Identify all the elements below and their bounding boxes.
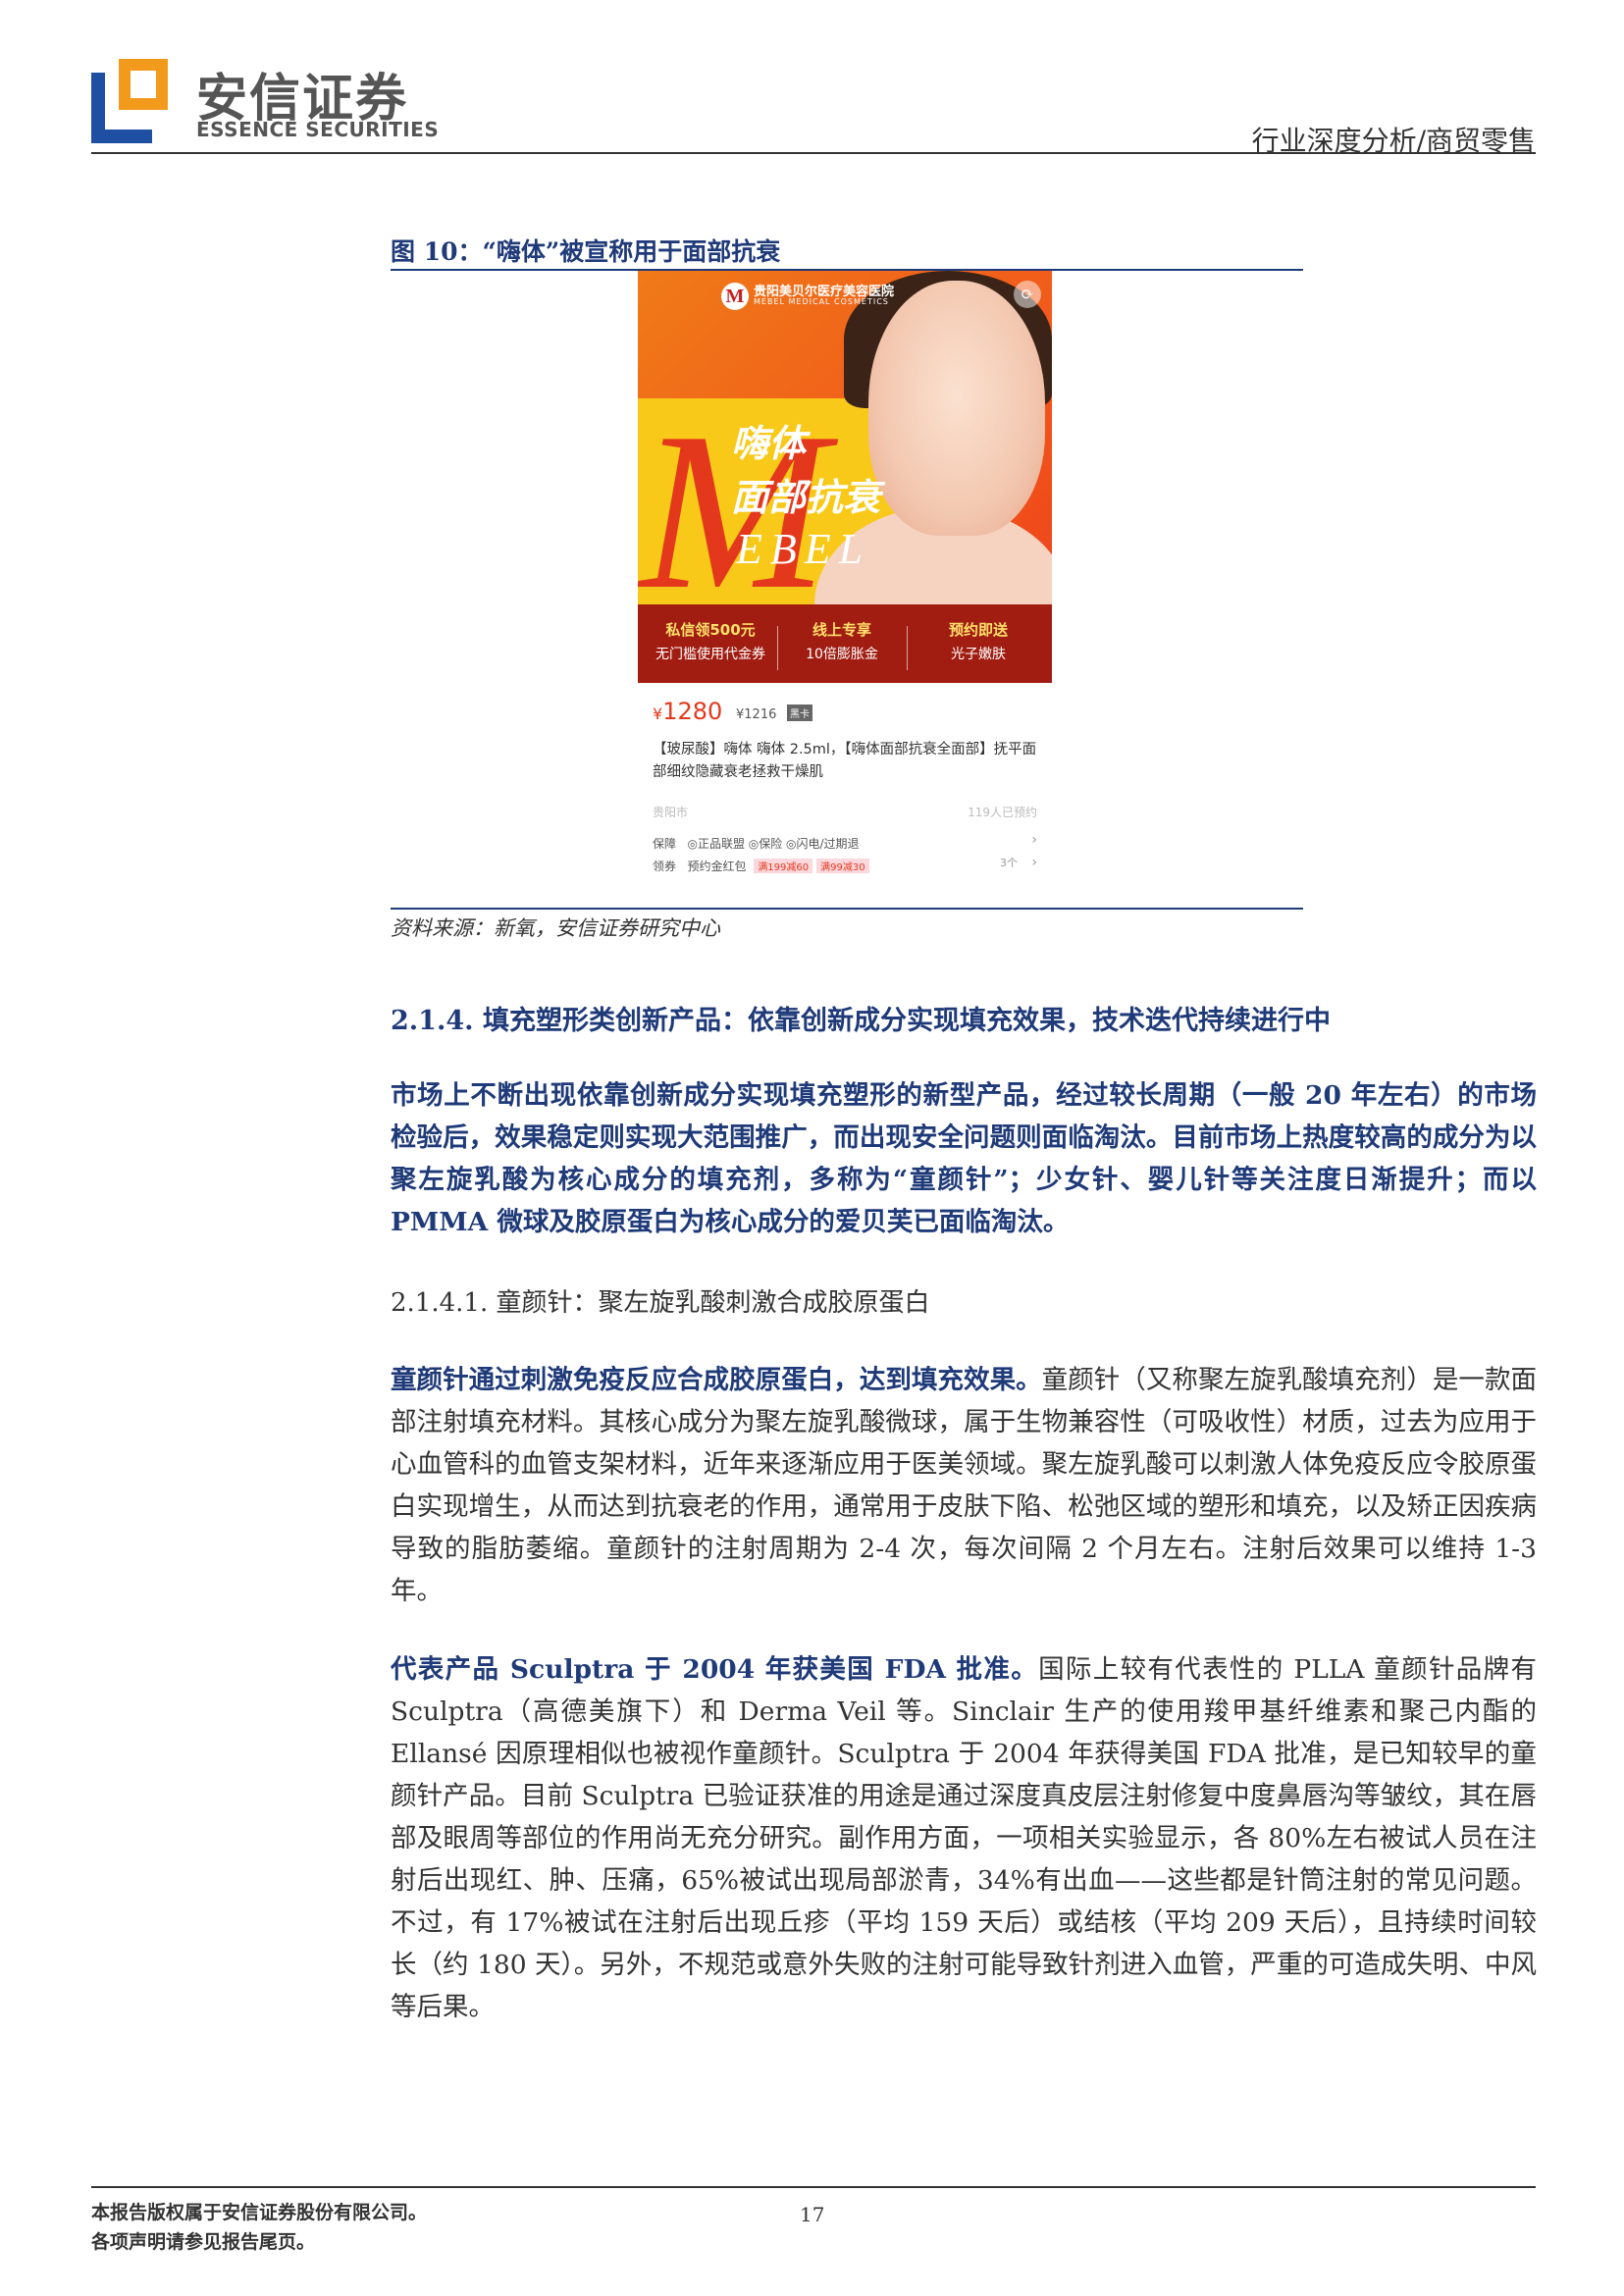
section-summary: 市场上不断出现依靠创新成分实现填充塑形的新型产品，经过较长周期（一般 20 年左… <box>391 1080 1537 1237</box>
ad-coupon-count: 3个 <box>1000 857 1018 869</box>
ad-guarantee-row: 保障 ◎正品联盟 ◎保险 ◎闪电/过期退 <box>653 837 860 851</box>
ad-heading-product: 嗨体 <box>731 422 807 465</box>
footer-disclaimer: 各项声明请参见报告尾页。 <box>91 2231 316 2253</box>
ad-banner: M 嗨体 面部抗衰 EBEL M 贵阳美贝尔医疗美容医院 MEBEL MEDIC… <box>638 271 1052 683</box>
model-face <box>868 281 1045 536</box>
header-divider <box>91 152 1536 154</box>
ad-description: 【玻尿酸】嗨体 嗨体 2.5ml，【嗨体面部抗衰全面部】抚平面部细纹隐藏衰老拯救… <box>653 742 1037 780</box>
promo-divider <box>907 626 908 670</box>
company-logo-icon <box>91 59 168 143</box>
subsection-heading-2-1-4-1: 2.1.4.1. 童颜针：聚左旋乳酸刺激合成胶原蛋白 <box>391 1288 930 1318</box>
clinic-name-en: MEBEL MEDICAL COSMETICS <box>754 297 889 306</box>
ad-coupon-row: 领券 预约金红包 满199减60 满99减30 <box>653 858 869 874</box>
promo-item: 线上专享 10倍膨胀金 <box>806 621 878 662</box>
ad-screenshot: M 嗨体 面部抗衰 EBEL M 贵阳美贝尔医疗美容医院 MEBEL MEDIC… <box>638 271 1052 904</box>
promo-item: 私信领500元 无门槛使用代金券 <box>655 621 765 662</box>
ad-brand-text: EBEL <box>736 525 871 573</box>
ad-price-tag: 黑卡 <box>787 704 812 721</box>
ad-price: ¥1280 <box>653 698 723 725</box>
paragraph-sculptra-products: 代表产品 Sculptra 于 2004 年获美国 FDA 批准。国际上较有代表… <box>391 1654 1537 2022</box>
footer-divider <box>91 2186 1536 2188</box>
ad-old-price: ¥1216 <box>736 707 777 722</box>
section-heading-2-1-4: 2.1.4. 填充塑形类创新产品：依靠创新成分实现填充效果，技术迭代持续进行中 <box>391 1006 1331 1036</box>
ad-booked-count: 119人已预约 <box>968 806 1037 819</box>
ad-heading-effect: 面部抗衰 <box>731 476 881 519</box>
figure-source: 资料来源：新氧，安信证券研究中心 <box>391 916 720 940</box>
figure-title: 图 10：“嗨体”被宣称用于面部抗衰 <box>391 237 781 266</box>
promo-divider <box>777 626 778 670</box>
ad-city: 贵阳市 <box>653 806 689 819</box>
figure-bottom-rule <box>391 908 1303 910</box>
clinic-logo-icon: M <box>721 283 749 310</box>
page-number: 17 <box>800 2203 825 2226</box>
refresh-icon: ⟳ <box>1014 281 1041 308</box>
promo-item: 预约即送 光子嫩肤 <box>948 621 1008 662</box>
chevron-right-icon: › <box>1031 855 1037 870</box>
footer-copyright: 本报告版权属于安信证券股份有限公司。 <box>91 2202 428 2223</box>
paragraph-sculptra-mechanism: 童颜针通过刺激免疫反应合成胶原蛋白，达到填充效果。童颜针（又称聚左旋乳酸填充剂）… <box>391 1365 1538 1606</box>
chevron-right-icon: › <box>1031 832 1037 848</box>
company-name-en: ESSENCE SECURITIES <box>196 118 440 141</box>
